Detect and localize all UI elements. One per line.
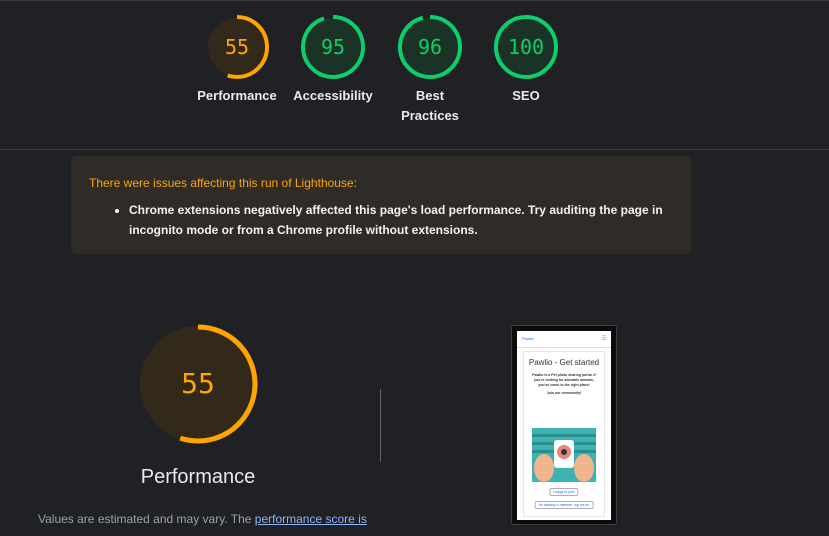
screenshot-screen: Pawlio ☰ Pawlio - Get started Pawlio is … <box>517 331 611 520</box>
gauge-seo-ring: 100 <box>494 15 558 79</box>
performance-title: Performance <box>140 466 256 488</box>
gauge-performance-ring: 55 <box>205 15 269 79</box>
final-screenshot[interactable]: Pawlio ☰ Pawlio - Get started Pawlio is … <box>511 325 617 525</box>
performance-note-text: Values are estimated and may vary. The <box>38 512 255 526</box>
gauge-performance-label: Performance <box>197 88 277 103</box>
warning-item: Chrome extensions negatively affected th… <box>129 200 673 240</box>
warning-title: There were issues affecting this run of … <box>89 176 357 190</box>
vertical-separator <box>380 389 381 462</box>
screenshot-join: Join our community! <box>546 391 582 395</box>
gauge-accessibility[interactable]: 95 Accessibility <box>283 14 383 106</box>
gauge-best-practices-score: 96 <box>418 35 442 59</box>
screenshot-heading: Pawlio - Get started <box>528 358 600 367</box>
gauge-accessibility-ring: 95 <box>301 15 365 79</box>
gauge-performance[interactable]: 55 Performance <box>187 14 287 106</box>
warning-box: There were issues affecting this run of … <box>71 156 691 254</box>
performance-note: Values are estimated and may vary. The p… <box>38 509 378 529</box>
hamburger-icon: ☰ <box>601 336 607 342</box>
gauge-seo-label: SEO <box>512 88 540 103</box>
gauge-best-practices[interactable]: 96 Best Practices <box>380 14 480 126</box>
performance-gauge-large: 55 <box>138 324 258 444</box>
screenshot-login-button: I'm already a member, log me in! <box>534 501 594 509</box>
gauge-seo[interactable]: 100 SEO <box>476 14 576 106</box>
pet-photo-icon <box>532 428 596 482</box>
performance-score-link[interactable]: performance score is <box>255 512 367 526</box>
gauge-seo-score: 100 <box>508 35 544 59</box>
gauge-accessibility-score: 95 <box>321 35 345 59</box>
top-border <box>0 0 829 1</box>
screenshot-logo: Pawlio <box>522 336 534 341</box>
gauge-performance-score: 55 <box>225 35 249 59</box>
screenshot-join-button: Happy to join! <box>549 488 579 496</box>
screenshot-body: Pawlio is a Pet photo sharing portal. If… <box>532 373 596 387</box>
gauge-best-practices-label: Best Practices <box>401 88 459 123</box>
screenshot-pet-image <box>532 428 596 482</box>
gauge-best-practices-ring: 96 <box>398 15 462 79</box>
score-gauges: 55 Performance 95 Accessibility 96 Best … <box>0 14 829 134</box>
performance-gauge-score: 55 <box>181 367 215 400</box>
warning-list: Chrome extensions negatively affected th… <box>89 200 673 240</box>
section-divider <box>0 149 829 150</box>
screenshot-header: Pawlio ☰ <box>517 331 611 348</box>
screenshot-card: Pawlio - Get started Pawlio is a Pet pho… <box>523 351 605 517</box>
gauge-accessibility-label: Accessibility <box>293 88 373 103</box>
